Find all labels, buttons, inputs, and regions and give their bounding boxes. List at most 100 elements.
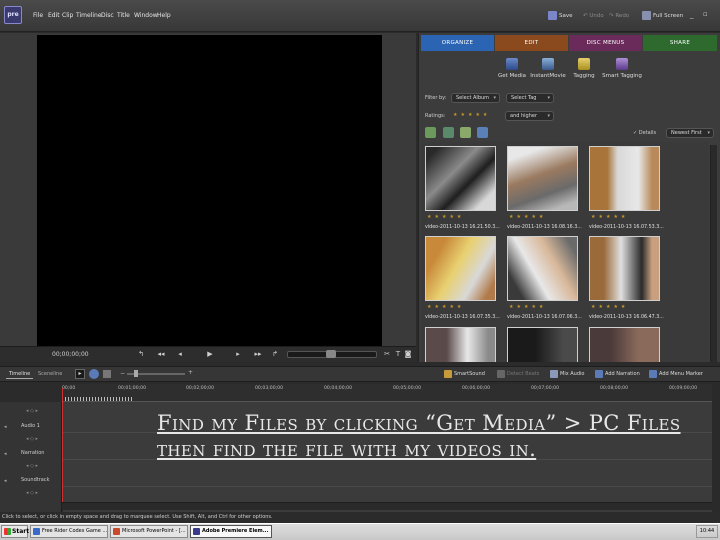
clip-rating[interactable]: ★★★★★ — [591, 304, 628, 310]
select-album-dropdown[interactable]: Select Album — [451, 93, 500, 103]
tab-sceneline[interactable]: Sceneline — [35, 369, 65, 379]
save-button[interactable]: Save — [548, 9, 573, 23]
speaker-icon[interactable]: ◂ — [4, 451, 7, 457]
tab-edit[interactable]: EDIT — [495, 35, 568, 51]
clip-thumbnail[interactable] — [507, 327, 578, 362]
frame-forward-icon[interactable]: ▸ — [231, 349, 245, 360]
clip-thumbnail[interactable] — [507, 236, 578, 301]
show-audio-icon[interactable] — [443, 127, 454, 138]
render-icon[interactable] — [89, 369, 99, 379]
ruler-tick: 00;09;00;00 — [669, 386, 698, 391]
browser-icon — [33, 528, 40, 535]
filter-label: Filter by: — [425, 95, 447, 101]
clip-rating[interactable]: ★★★★★ — [591, 214, 628, 220]
track-divider — [63, 486, 712, 487]
mix-audio-button[interactable]: Mix Audio — [550, 369, 584, 379]
add-text-icon[interactable]: T — [393, 349, 403, 360]
clip-name: video-2011-10-13 16.08.16.3... — [507, 225, 582, 230]
clip-rating[interactable]: ★★★★★ — [427, 304, 464, 310]
add-menu-marker-button[interactable]: Add Menu Marker — [649, 369, 703, 379]
redo-button[interactable]: ↷ Redo — [609, 9, 629, 23]
show-video-icon[interactable] — [425, 127, 436, 138]
work-area-bar[interactable] — [62, 397, 132, 401]
menu-edit[interactable]: Edit — [48, 12, 60, 19]
clip-name: video-2011-10-13 16.07.53.3... — [589, 225, 664, 230]
clip-rating[interactable]: ★★★★★ — [427, 214, 464, 220]
ruler-tick: 00;04;00;00 — [324, 386, 353, 391]
ratings-label: Ratings: — [425, 113, 446, 119]
smart-sound-button[interactable]: SmartSound — [444, 369, 485, 379]
sort-dropdown[interactable]: Newest First — [666, 128, 714, 138]
scrubber-knob[interactable] — [326, 350, 336, 358]
timeline-vertical-scrollbar[interactable] — [712, 384, 720, 512]
clip-rating[interactable]: ★★★★★ — [509, 304, 546, 310]
ratings-filter-stars[interactable]: ★★★★★ — [453, 112, 490, 118]
monitor-timecode[interactable]: 00;00;00;00 — [52, 351, 89, 358]
clip-thumbnail[interactable] — [425, 327, 496, 362]
start-button[interactable]: Start — [1, 525, 29, 538]
split-clip-icon[interactable]: ✂ — [382, 349, 392, 360]
organizer-scrollbar[interactable] — [710, 145, 717, 362]
play-icon[interactable]: ▶ — [203, 349, 217, 360]
taskbar-clock: 10:44 — [696, 525, 718, 538]
goto-start-icon[interactable]: ↰ — [134, 349, 148, 360]
menu-window[interactable]: Window — [134, 12, 158, 19]
ruler-tick: 00;07;00;00 — [531, 386, 560, 391]
smart-tagging-button[interactable]: Smart Tagging — [599, 58, 645, 79]
show-images-icon[interactable] — [460, 127, 471, 138]
menu-clip[interactable]: Clip — [62, 12, 73, 19]
clip-thumbnail[interactable] — [425, 236, 496, 301]
clip-thumbnail[interactable] — [589, 146, 660, 211]
clip-name: video-2011-10-13 16.06.47.3... — [589, 315, 664, 320]
show-projects-icon[interactable] — [477, 127, 488, 138]
track-controls[interactable]: ◂ ◇ ▸ — [26, 490, 38, 496]
menu-timeline[interactable]: Timeline — [76, 12, 102, 19]
timeline-horizontal-scrollbar[interactable] — [62, 502, 712, 510]
menu-file[interactable]: File — [33, 12, 43, 19]
windows-logo-icon — [4, 528, 11, 535]
step-back-icon[interactable]: ◂◂ — [154, 349, 168, 360]
detect-beats-button[interactable]: Detect Beats — [497, 369, 539, 379]
tab-organize[interactable]: ORGANIZE — [421, 35, 494, 51]
details-checkbox[interactable]: ✓ Details — [633, 130, 656, 136]
taskbar-item-powerpoint[interactable]: Microsoft PowerPoint - [... — [110, 525, 188, 538]
full-screen-button[interactable]: Full Screen — [642, 9, 683, 23]
track-controls[interactable]: ◂ ◇ ▸ — [26, 463, 38, 469]
clip-thumbnail[interactable] — [589, 327, 660, 362]
ratings-filter-dropdown[interactable]: and higher — [505, 111, 554, 121]
menu-disc[interactable]: Disc — [101, 12, 114, 19]
properties-icon[interactable] — [103, 370, 111, 378]
menu-help[interactable]: Help — [157, 12, 171, 19]
track-controls[interactable]: ◂ ◇ ▸ — [26, 408, 38, 414]
step-forward-icon[interactable]: ▸▸ — [251, 349, 265, 360]
menu-title[interactable]: Title — [117, 12, 130, 19]
frame-back-icon[interactable]: ◂ — [173, 349, 187, 360]
track-controls[interactable]: ◂ ◇ ▸ — [26, 436, 38, 442]
clip-name: video-2011-10-13 16.21.50.3... — [425, 225, 500, 230]
tab-timeline[interactable]: Timeline — [6, 369, 34, 379]
taskbar-item-premiere[interactable]: Adobe Premiere Elem... — [190, 525, 272, 538]
minimize-icon[interactable]: _ — [690, 11, 694, 19]
clip-thumbnail[interactable] — [507, 146, 578, 211]
add-narration-button[interactable]: Add Narration — [595, 369, 640, 379]
undo-button[interactable]: ↶ Undo — [583, 9, 604, 23]
taskbar-item-free-rider[interactable]: Free Rider Codes Game ... — [30, 525, 108, 538]
redo-icon: ↷ — [609, 13, 614, 19]
speaker-icon[interactable]: ◂ — [4, 478, 7, 484]
goto-end-icon[interactable]: ↱ — [268, 349, 282, 360]
tab-disc-menus[interactable]: DISC MENUS — [569, 35, 642, 51]
clip-thumbnail[interactable] — [589, 236, 660, 301]
playhead[interactable] — [62, 388, 63, 510]
freeze-frame-icon[interactable]: ◙ — [403, 349, 413, 360]
selection-tool-icon[interactable]: ▸ — [75, 369, 85, 379]
monitor-screen[interactable] — [37, 35, 382, 346]
maximize-icon[interactable]: ▫ — [703, 10, 708, 18]
zoom-out-icon[interactable]: − — [120, 370, 125, 377]
zoom-in-icon[interactable]: + — [188, 369, 193, 376]
speaker-icon[interactable]: ◂ — [4, 424, 7, 430]
clip-thumbnail[interactable] — [425, 146, 496, 211]
select-tag-dropdown[interactable]: Select Tag — [506, 93, 554, 103]
zoom-slider-knob[interactable] — [134, 370, 138, 377]
clip-rating[interactable]: ★★★★★ — [509, 214, 546, 220]
tab-share[interactable]: SHARE — [643, 35, 717, 51]
